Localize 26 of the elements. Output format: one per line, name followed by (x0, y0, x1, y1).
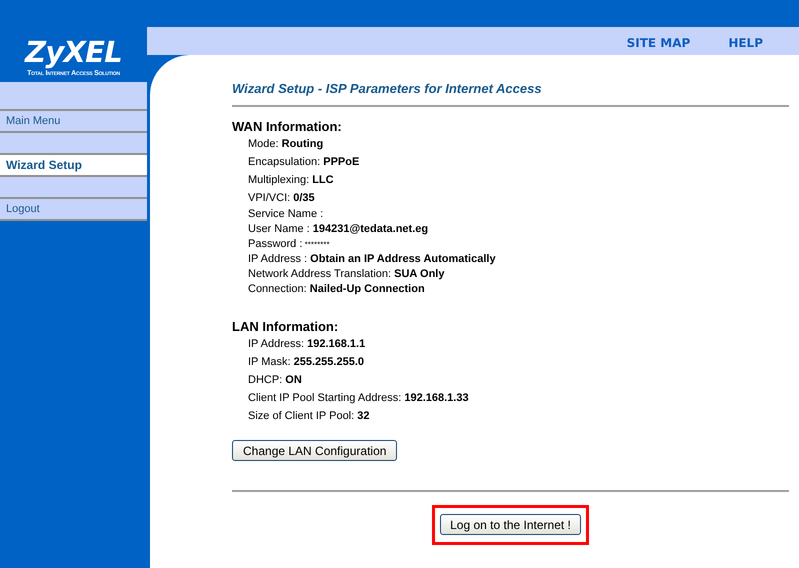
info-row-text: VPI/VCI: 0/35 (247, 191, 316, 206)
logo-text: ZyXEL (25, 35, 122, 69)
info-row-text: Network Address Translation: SUA Only (247, 267, 446, 282)
log-on-button[interactable]: Log on to the Internet ! (440, 514, 581, 535)
menu-item[interactable]: Wizard Setup (0, 153, 147, 175)
info-row-text: Size of Client IP Pool: 32 (247, 409, 370, 424)
page-title: Wizard Setup - ISP Parameters for Internet Access (232, 81, 543, 97)
info-row-text: Client IP Pool Starting Address: 192.168.1.33 (247, 391, 470, 406)
info-row-text: Mode: Routing (247, 137, 324, 152)
info-row-text: Encapsulation: PPPoE (247, 155, 360, 170)
info-row-text: IP Address: 192.168.1.1 (247, 337, 366, 352)
nav-link[interactable]: SITE MAP (626, 34, 690, 52)
menu-item[interactable]: Main Menu (0, 109, 147, 131)
menu-item[interactable]: Logout (0, 197, 147, 219)
section-heading: LAN Information: (232, 319, 340, 335)
change-lan-button[interactable]: Change LAN Configuration (232, 440, 398, 461)
info-row-text: Password : ******** (247, 237, 331, 252)
nav-link[interactable]: HELP (728, 34, 763, 52)
info-row-text: IP Mask: 255.255.255.0 (247, 355, 365, 370)
info-row-text: DHCP: ON (247, 373, 303, 388)
info-row-text: Multiplexing: LLC (247, 173, 335, 188)
info-row-text: IP Address : Obtain an IP Address Automatically (247, 252, 497, 267)
section-heading: WAN Information: (232, 119, 343, 135)
info-row-text: User Name : 194231@tedata.net.eg (247, 222, 430, 237)
info-row-text: Connection: Nailed-Up Connection (247, 282, 426, 297)
info-row-text: Service Name : (247, 207, 324, 222)
